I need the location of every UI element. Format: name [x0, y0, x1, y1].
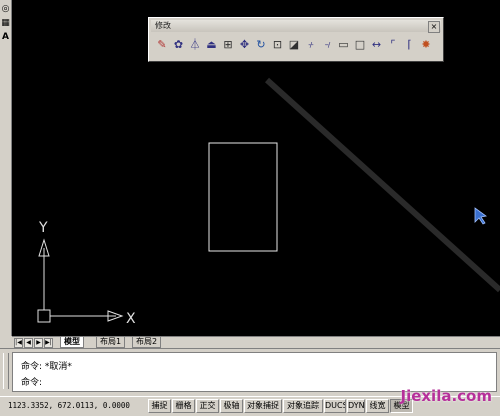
command-box[interactable]: 命令: *取消* 命令:	[12, 352, 497, 392]
draw-toolbar-left: ◎ ▦ A	[0, 0, 12, 336]
trim-icon[interactable]: -/-	[304, 38, 318, 52]
ucs-icon: Y X	[37, 220, 136, 327]
command-history: 命令: *取消*	[21, 362, 72, 372]
mouse-cursor	[474, 207, 487, 225]
next-tab-icon[interactable]: ▶	[34, 338, 43, 348]
join-icon[interactable]: ↔	[370, 38, 384, 52]
extend-icon[interactable]: --/	[320, 38, 334, 52]
osnap-button[interactable]: 对象捕捉	[244, 399, 282, 413]
modify-toolbar[interactable]: 修改 × ✎ ✿ ⏃ ⏏ ⊞ ✥ ↻ ⊡ ◪ -/- --/▭ □ ↔ ⌜ ⌈ ✸	[148, 17, 444, 62]
stretch-icon[interactable]: ◪	[287, 38, 301, 52]
array-icon[interactable]: ⊞	[221, 38, 235, 52]
dyn-button[interactable]: DYN	[347, 399, 365, 413]
break-icon[interactable]: □	[353, 38, 367, 52]
polar-button[interactable]: 极轴	[220, 399, 243, 413]
layout-tab-bar: |◀ ◀ ▶ ▶| 模型 布局1 布局2	[12, 336, 500, 348]
tab-layout2[interactable]: 布局2	[132, 337, 162, 348]
diagonal-trace	[264, 77, 500, 293]
close-icon[interactable]: ×	[428, 21, 440, 33]
tab-model[interactable]: 模型	[60, 337, 84, 348]
ducs-button[interactable]: DUCS	[324, 399, 346, 413]
coordinate-readout: 1123.3352, 672.0113, 0.0000	[8, 401, 130, 410]
command-prompt[interactable]: 命令:	[21, 378, 42, 389]
ortho-button[interactable]: 正交	[196, 399, 219, 413]
move-icon[interactable]: ✥	[238, 38, 252, 52]
copy-icon[interactable]: ✿	[172, 38, 186, 52]
watermark-text: Jiexila.com	[400, 387, 492, 405]
explode-icon[interactable]: ✸	[419, 38, 433, 52]
text-icon[interactable]: A	[1, 32, 10, 42]
modify-toolbar-titlebar[interactable]: 修改 ×	[151, 20, 441, 33]
ucs-y-label: Y	[38, 220, 48, 236]
otrack-button[interactable]: 对象追踪	[283, 399, 323, 413]
command-grip[interactable]	[3, 353, 9, 389]
chamfer-icon[interactable]: ⌜	[386, 38, 400, 52]
modify-toolbar-title: 修改	[155, 21, 171, 30]
ucs-x-label: X	[126, 311, 136, 327]
snap-button[interactable]: 捕捉	[148, 399, 171, 413]
drawn-rectangle[interactable]	[208, 142, 278, 252]
scale-icon[interactable]: ⊡	[271, 38, 285, 52]
table-icon[interactable]: ▦	[1, 18, 10, 28]
break-at-point-icon[interactable]: ▭	[337, 38, 351, 52]
tab-layout1[interactable]: 布局1	[96, 337, 126, 348]
mirror-icon[interactable]: ⏃	[188, 38, 202, 52]
rotate-icon[interactable]: ↻	[254, 38, 268, 52]
erase-icon[interactable]: ✎	[155, 38, 169, 52]
fillet-icon[interactable]: ⌈	[403, 38, 417, 52]
region-icon[interactable]: ◎	[1, 4, 10, 14]
offset-icon[interactable]: ⏏	[205, 38, 219, 52]
lineweight-button[interactable]: 线宽	[366, 399, 389, 413]
last-tab-icon[interactable]: ▶|	[44, 338, 53, 348]
prev-tab-icon[interactable]: ◀	[24, 338, 33, 348]
grid-button[interactable]: 栅格	[172, 399, 195, 413]
first-tab-icon[interactable]: |◀	[14, 338, 23, 348]
